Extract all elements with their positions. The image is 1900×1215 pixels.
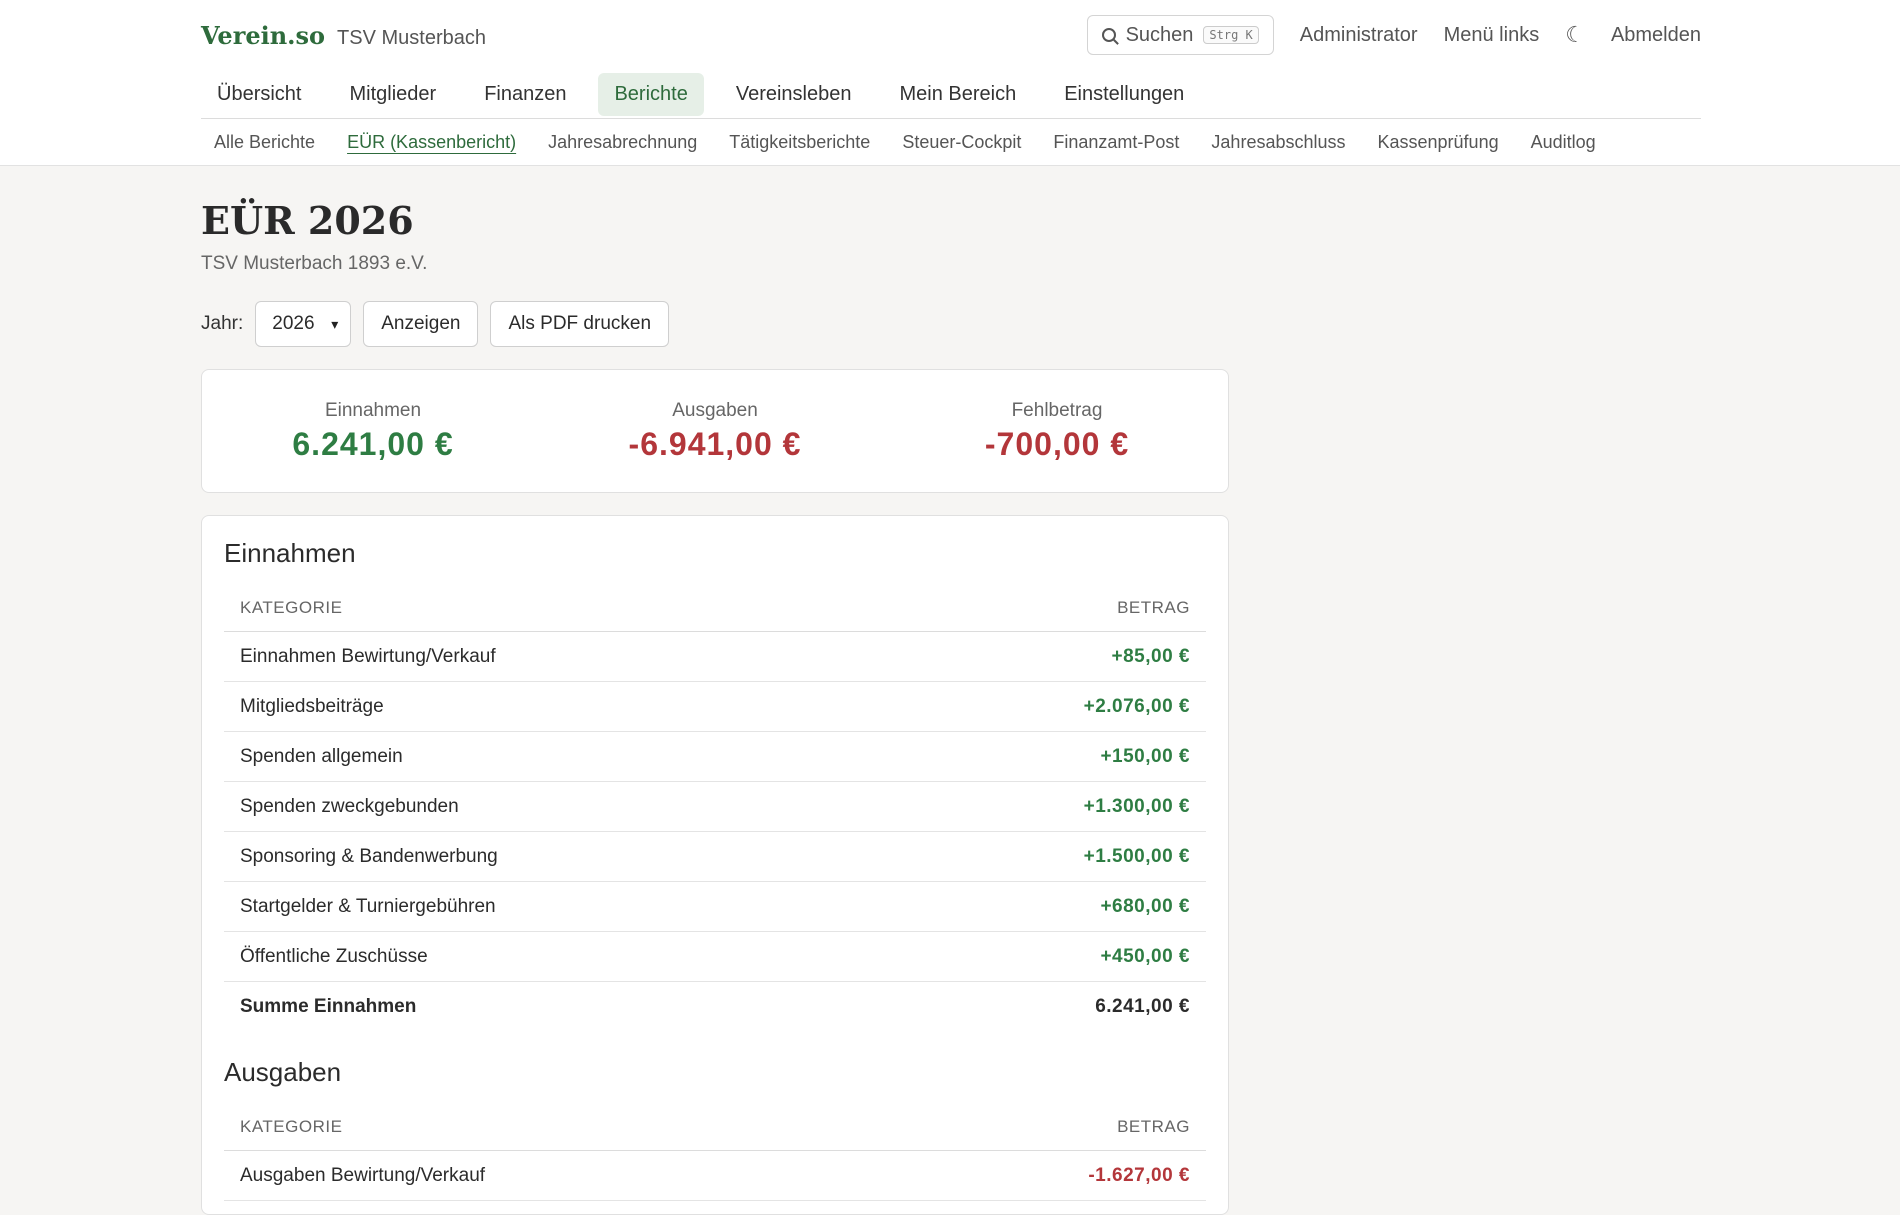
table-row: Startgelder & Turniergebühren +680,00 € [224, 882, 1206, 932]
col-amount: BETRAG [1117, 598, 1190, 617]
row-amount: +680,00 € [1100, 895, 1190, 917]
table-row: Einnahmen Bewirtung/Verkauf +85,00 € [224, 632, 1206, 682]
col-category: KATEGORIE [240, 1117, 343, 1136]
summary-result: Fehlbetrag -700,00 € [886, 370, 1228, 492]
search-label: Suchen [1125, 23, 1194, 46]
report-controls: Jahr: 2026 ▾ Anzeigen Als PDF drucken [201, 301, 1701, 347]
row-category: Öffentliche Zuschüsse [240, 945, 428, 967]
col-category: KATEGORIE [240, 598, 343, 617]
year-label: Jahr: [201, 313, 244, 334]
expenses-table-header: KATEGORIE BETRAG [224, 1104, 1206, 1151]
subnav-eur[interactable]: EÜR (Kassenbericht) [347, 132, 516, 153]
nav-mein-bereich[interactable]: Mein Bereich [884, 73, 1033, 116]
subnav-alle-berichte[interactable]: Alle Berichte [214, 132, 315, 153]
table-row: Ausgaben Bewirtung/Verkauf -1.627,00 € [224, 1151, 1206, 1201]
subnav-kassenpruefung[interactable]: Kassenprüfung [1378, 132, 1499, 153]
brand: Verein.so TSV Musterbach [201, 21, 486, 50]
moon-icon[interactable]: ☾ [1565, 22, 1585, 48]
income-table-header: KATEGORIE BETRAG [224, 585, 1206, 632]
sub-nav: Alle Berichte EÜR (Kassenbericht) Jahres… [201, 119, 1701, 165]
summary-income: Einnahmen 6.241,00 € [202, 370, 544, 492]
page-subtitle: TSV Musterbach 1893 e.V. [201, 253, 428, 274]
nav-berichte[interactable]: Berichte [598, 72, 704, 116]
chevron-down-icon: ▾ [331, 315, 339, 332]
main-content: EÜR 2026 TSV Musterbach 1893 e.V. Jahr: … [201, 166, 1701, 1215]
income-title: Einnahmen [224, 538, 356, 568]
col-amount: BETRAG [1117, 1117, 1190, 1136]
year-value: 2026 [272, 313, 315, 334]
row-amount: +1.500,00 € [1083, 845, 1190, 867]
expenses-title: Ausgaben [224, 1057, 342, 1087]
table-row: Öffentliche Zuschüsse +450,00 € [224, 932, 1206, 982]
admin-link[interactable]: Administrator [1300, 24, 1418, 47]
table-row: Spenden allgemein +150,00 € [224, 732, 1206, 782]
table-row: Mitgliedsbeiträge +2.076,00 € [224, 682, 1206, 732]
logout-link[interactable]: Abmelden [1611, 24, 1701, 47]
subnav-auditlog[interactable]: Auditlog [1531, 132, 1596, 153]
row-amount: +1.300,00 € [1083, 795, 1190, 817]
income-total-row: Summe Einnahmen 6.241,00 € [224, 982, 1206, 1031]
row-amount: +2.076,00 € [1083, 695, 1190, 717]
row-amount: +450,00 € [1100, 945, 1190, 967]
row-category: Startgelder & Turniergebühren [240, 895, 496, 917]
row-amount: +150,00 € [1100, 745, 1190, 767]
summary-expenses: Ausgaben -6.941,00 € [544, 370, 886, 492]
club-name: TSV Musterbach [337, 26, 486, 49]
row-category: Spenden allgemein [240, 745, 403, 767]
nav-finanzen[interactable]: Finanzen [468, 73, 582, 116]
table-row: Sponsoring & Bandenwerbung +1.500,00 € [224, 832, 1206, 882]
menu-position-link[interactable]: Menü links [1444, 24, 1540, 47]
row-category: Spenden zweckgebunden [240, 795, 459, 817]
total-label: Summe Einnahmen [240, 995, 417, 1017]
nav-einstellungen[interactable]: Einstellungen [1048, 73, 1200, 116]
total-value: 6.241,00 € [1095, 995, 1190, 1017]
top-bar: Verein.so TSV Musterbach Suchen Strg K A… [0, 0, 1900, 166]
row-amount: -1.627,00 € [1088, 1164, 1190, 1186]
search-shortcut: Strg K [1203, 26, 1259, 44]
row-amount: +85,00 € [1111, 645, 1190, 667]
show-button[interactable]: Anzeigen [363, 301, 479, 347]
subnav-finanzamt-post[interactable]: Finanzamt-Post [1053, 132, 1179, 153]
table-row: Spenden zweckgebunden +1.300,00 € [224, 782, 1206, 832]
search-icon [1101, 28, 1116, 42]
header: Verein.so TSV Musterbach Suchen Strg K A… [201, 0, 1701, 70]
row-category: Einnahmen Bewirtung/Verkauf [240, 645, 496, 667]
year-select[interactable]: 2026 ▾ [255, 301, 352, 347]
main-nav: Übersicht Mitglieder Finanzen Berichte V… [201, 70, 1701, 119]
summary-income-label: Einnahmen [324, 399, 422, 421]
print-pdf-button[interactable]: Als PDF drucken [490, 301, 670, 347]
page-title: EÜR 2026 [201, 198, 414, 243]
summary-card: Einnahmen 6.241,00 € Ausgaben -6.941,00 … [201, 369, 1229, 493]
row-category: Sponsoring & Bandenwerbung [240, 845, 498, 867]
subnav-jahresabschluss[interactable]: Jahresabschluss [1211, 132, 1345, 153]
summary-expenses-label: Ausgaben [672, 399, 758, 421]
report-card: Einnahmen KATEGORIE BETRAG Einnahmen Bew… [201, 515, 1229, 1215]
summary-result-label: Fehlbetrag [1011, 399, 1103, 421]
row-category: Mitgliedsbeiträge [240, 695, 384, 717]
row-category: Ausgaben Bewirtung/Verkauf [240, 1164, 486, 1186]
subnav-steuer-cockpit[interactable]: Steuer-Cockpit [902, 132, 1021, 153]
subnav-taetigkeitsberichte[interactable]: Tätigkeitsberichte [729, 132, 870, 153]
nav-mitglieder[interactable]: Mitglieder [333, 73, 452, 116]
header-actions: Suchen Strg K Administrator Menü links ☾… [1086, 15, 1701, 55]
summary-result-value: -700,00 € [984, 425, 1130, 462]
nav-vereinsleben[interactable]: Vereinsleben [720, 73, 868, 116]
app-logo[interactable]: Verein.so [201, 21, 325, 50]
summary-expenses-value: -6.941,00 € [628, 425, 802, 462]
nav-uebersicht[interactable]: Übersicht [201, 73, 317, 116]
summary-income-value: 6.241,00 € [292, 425, 454, 462]
subnav-jahresabrechnung[interactable]: Jahresabrechnung [548, 132, 697, 153]
search-button[interactable]: Suchen Strg K [1086, 15, 1274, 55]
